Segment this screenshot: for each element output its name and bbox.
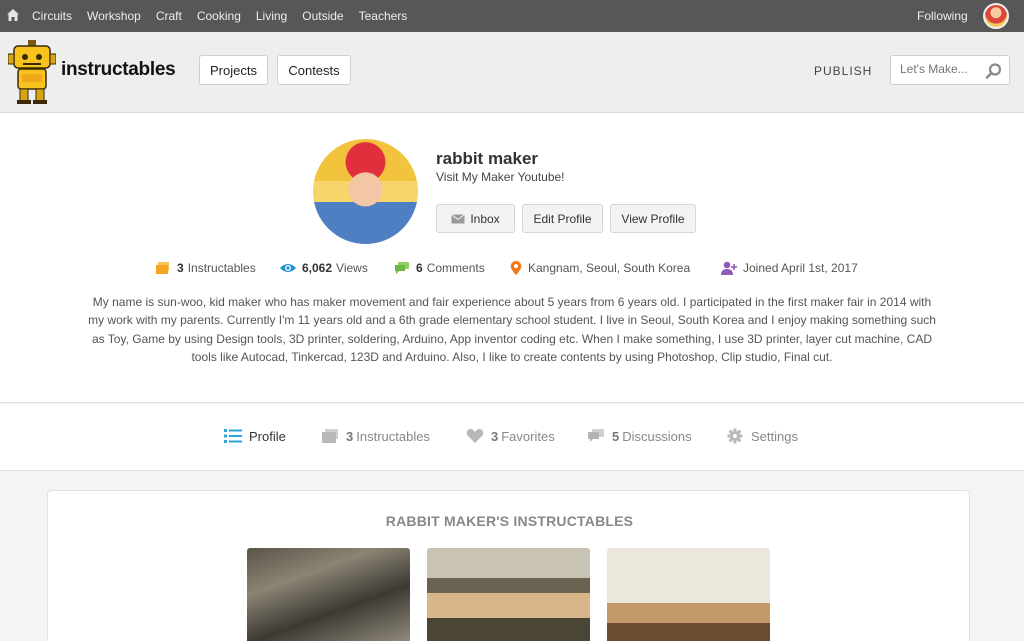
stat-joined-text: Joined April 1st, 2017 (743, 261, 858, 275)
stat-instructables-label: Instructables (187, 261, 256, 275)
contests-button[interactable]: Contests (277, 55, 351, 85)
stat-comments-label: Comments (426, 261, 485, 275)
discussions-icon (588, 429, 604, 442)
site-logo-text[interactable]: instructables (61, 59, 176, 81)
site-header: instructables Projects Contests PUBLISH (0, 32, 1024, 113)
list-icon (224, 429, 242, 443)
profile-bio: My name is sun-woo, kid maker who has ma… (88, 295, 936, 364)
comments-icon (395, 262, 409, 274)
nav-item-craft[interactable]: Craft (156, 9, 182, 23)
stat-instructables-count: 3 (177, 261, 184, 275)
nav-item-outside[interactable]: Outside (302, 9, 343, 23)
tab-instructables-count: 3 (346, 428, 354, 444)
stat-instructables: 3 Instructables (155, 261, 256, 275)
publish-link[interactable]: PUBLISH (814, 64, 872, 78)
profile-tagline: Visit My Maker Youtube! (436, 170, 565, 184)
stat-location: Kangnam, Seoul, South Korea (510, 261, 690, 275)
instructable-thumbnail[interactable] (607, 548, 770, 641)
instructable-thumbnail[interactable] (247, 548, 410, 641)
projects-button[interactable]: Projects (199, 55, 268, 85)
tab-favorites-count: 3 (491, 428, 499, 444)
heart-icon (466, 429, 484, 443)
tab-discussions-count: 5 (612, 428, 620, 444)
inbox-label: Inbox (470, 211, 500, 226)
search-box (890, 55, 1010, 85)
tab-favorites-label: Favorites (501, 428, 555, 444)
instructables-icon (156, 262, 169, 274)
tab-discussions[interactable]: 5 Discussions (587, 428, 692, 444)
stat-views-count: 6,062 (302, 261, 333, 275)
search-icon[interactable] (985, 62, 1003, 80)
top-nav: Circuits Workshop Craft Cooking Living O… (0, 0, 1024, 32)
gear-icon (727, 428, 743, 444)
instructables-tab-icon (322, 429, 338, 443)
profile-section: rabbit maker Visit My Maker Youtube! Inb… (0, 113, 1024, 403)
envelope-icon (451, 213, 466, 223)
tab-settings-label: Settings (751, 428, 798, 444)
nav-item-cooking[interactable]: Cooking (197, 9, 241, 23)
category-nav: Circuits Workshop Craft Cooking Living O… (32, 0, 422, 32)
nav-item-living[interactable]: Living (256, 9, 287, 23)
stat-joined: Joined April 1st, 2017 (721, 261, 858, 275)
tab-favorites[interactable]: 3 Favorites (466, 428, 555, 444)
nav-item-workshop[interactable]: Workshop (87, 9, 141, 23)
stat-views-label: Views (336, 261, 368, 275)
home-icon[interactable] (6, 8, 20, 22)
profile-stats: 3 Instructables 6,062 Views 6 Comments K… (0, 261, 1024, 281)
profile-avatar (313, 139, 418, 244)
tab-settings[interactable]: Settings (726, 428, 798, 444)
tab-profile-label: Profile (249, 428, 286, 444)
search-input[interactable] (900, 62, 980, 76)
tab-discussions-label: Discussions (622, 428, 692, 444)
stat-comments: 6 Comments (394, 261, 485, 275)
instructable-thumbnail[interactable] (427, 548, 590, 641)
stat-location-text: Kangnam, Seoul, South Korea (528, 261, 691, 275)
nav-item-circuits[interactable]: Circuits (32, 9, 72, 23)
tab-instructables[interactable]: 3 Instructables (321, 428, 430, 444)
instructables-section: RABBIT MAKER'S INSTRUCTABLES (47, 490, 970, 641)
nav-item-teachers[interactable]: Teachers (359, 9, 408, 23)
edit-profile-button[interactable]: Edit Profile (522, 204, 603, 233)
following-link[interactable]: Following (917, 9, 968, 23)
stat-views: 6,062 Views (280, 261, 368, 275)
profile-name: rabbit maker (436, 149, 539, 168)
inbox-button[interactable]: Inbox (436, 204, 515, 233)
eye-icon (280, 264, 296, 272)
user-avatar[interactable] (983, 3, 1009, 29)
stat-comments-count: 6 (416, 261, 423, 275)
location-pin-icon (510, 261, 522, 275)
section-title: RABBIT MAKER'S INSTRUCTABLES (385, 513, 634, 529)
user-plus-icon (721, 261, 737, 275)
profile-tabs: Profile 3 Instructables 3 Favorites 5 Di… (0, 404, 1024, 471)
tab-profile[interactable]: Profile (224, 428, 286, 444)
view-profile-button[interactable]: View Profile (610, 204, 696, 233)
robot-logo-icon[interactable] (8, 40, 56, 104)
tab-instructables-label: Instructables (356, 428, 430, 444)
